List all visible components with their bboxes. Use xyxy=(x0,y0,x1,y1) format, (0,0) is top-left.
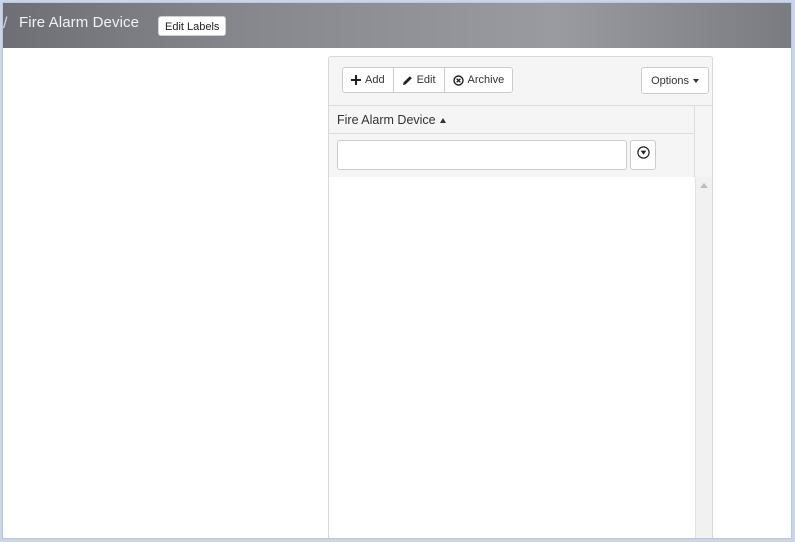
add-button-label: Add xyxy=(365,74,385,86)
edit-labels-button[interactable]: Edit Labels xyxy=(158,16,227,36)
filter-icon xyxy=(636,146,650,164)
options-dropdown-button[interactable]: Options xyxy=(641,67,709,94)
options-button-label: Options xyxy=(651,74,689,87)
caret-down-icon xyxy=(693,78,699,83)
column-header-fire-alarm-device[interactable]: Fire Alarm Device xyxy=(329,106,695,134)
archive-button[interactable]: Archive xyxy=(443,67,514,93)
filter-row xyxy=(329,134,695,177)
action-button-group: Add Edit Archive xyxy=(342,67,514,93)
add-button[interactable]: Add xyxy=(342,67,394,93)
edit-button[interactable]: Edit xyxy=(392,67,445,93)
scroll-up-arrow-icon[interactable] xyxy=(700,183,708,188)
column-filter-input[interactable] xyxy=(337,140,627,170)
column-header-title[interactable]: Fire Alarm Device xyxy=(337,113,446,127)
vertical-scrollbar[interactable] xyxy=(695,177,712,538)
circle-x-icon xyxy=(452,74,464,86)
grid-body xyxy=(329,177,695,538)
grid-header: Fire Alarm Device xyxy=(329,105,712,178)
plus-icon xyxy=(351,75,361,85)
column-header-label: Fire Alarm Device xyxy=(337,113,436,127)
app-window: / Fire Alarm Device Edit Labels Add Edit xyxy=(2,2,792,539)
page-title: Fire Alarm Device xyxy=(19,14,140,31)
pencil-icon xyxy=(402,75,413,86)
edit-button-label: Edit xyxy=(416,74,436,86)
grid-toolbar: Add Edit Archive Options xyxy=(329,57,712,105)
grid-panel: Add Edit Archive Options Fire Alarm Devi… xyxy=(328,56,713,538)
archive-button-label: Archive xyxy=(467,74,505,86)
page-header: / Fire Alarm Device Edit Labels xyxy=(3,3,791,48)
sort-ascending-icon xyxy=(439,117,446,123)
breadcrumb-separator: / xyxy=(3,15,8,32)
filter-button[interactable] xyxy=(630,140,656,170)
